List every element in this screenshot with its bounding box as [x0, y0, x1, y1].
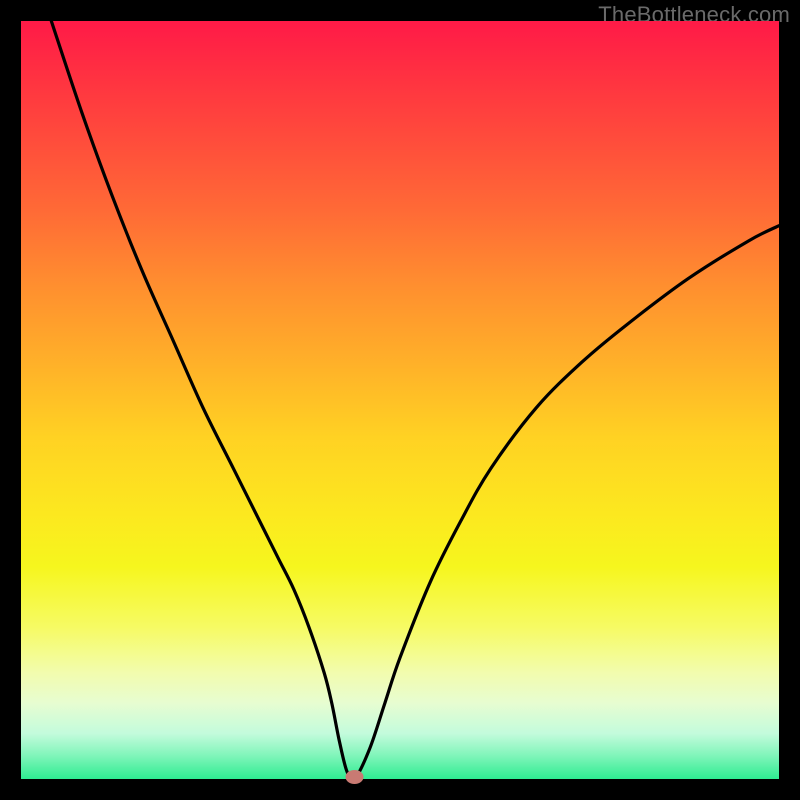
- optimal-marker: [346, 770, 364, 784]
- plot-area: [21, 21, 779, 779]
- curve-svg: [21, 21, 779, 779]
- chart-frame: TheBottleneck.com: [0, 0, 800, 800]
- bottleneck-curve: [51, 21, 779, 780]
